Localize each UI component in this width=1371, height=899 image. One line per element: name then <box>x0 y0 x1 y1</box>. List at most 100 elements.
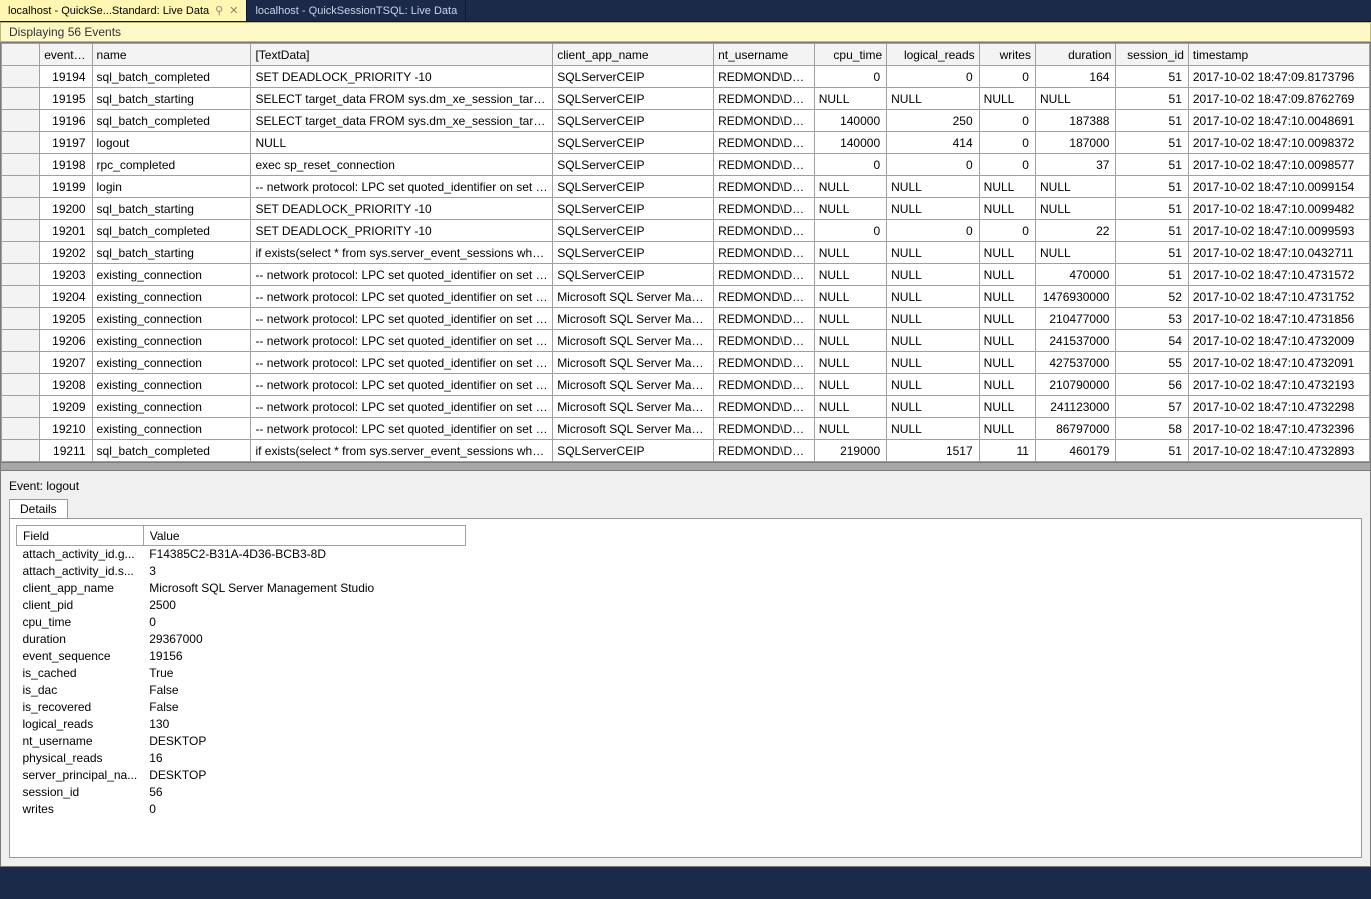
cell-session_id[interactable]: 57 <box>1116 396 1188 418</box>
cell-name[interactable]: sql_batch_starting <box>92 242 251 264</box>
cell-client_app[interactable]: Microsoft SQL Server Manage... <box>553 396 714 418</box>
cell-name[interactable]: sql_batch_starting <box>92 88 251 110</box>
details-field-header[interactable]: Field <box>17 526 144 546</box>
cell-name[interactable]: sql_batch_starting <box>92 198 251 220</box>
column-header-name[interactable]: name <box>92 44 251 66</box>
cell-logical_reads[interactable]: NULL <box>887 374 980 396</box>
cell-timestamp[interactable]: 2017-10-02 18:47:10.4731856 <box>1188 308 1369 330</box>
cell-nt_username[interactable]: REDMOND\DES... <box>714 396 815 418</box>
grid-scrollbar[interactable] <box>1 462 1370 470</box>
table-row[interactable]: 19196sql_batch_completedSELECT target_da… <box>2 110 1370 132</box>
cell-timestamp[interactable]: 2017-10-02 18:47:09.8173796 <box>1188 66 1369 88</box>
cell-name[interactable]: login <box>92 176 251 198</box>
cell-logical_reads[interactable]: NULL <box>887 308 980 330</box>
cell-client_app[interactable]: SQLServerCEIP <box>553 110 714 132</box>
cell-textdata[interactable]: -- network protocol: LPC set quoted_iden… <box>251 264 553 286</box>
row-gutter[interactable] <box>2 154 40 176</box>
cell-textdata[interactable]: -- network protocol: LPC set quoted_iden… <box>251 330 553 352</box>
row-gutter[interactable] <box>2 88 40 110</box>
cell-writes[interactable]: 11 <box>979 440 1035 462</box>
cell-logical_reads[interactable]: NULL <box>887 396 980 418</box>
cell-client_app[interactable]: Microsoft SQL Server Manage... <box>553 330 714 352</box>
cell-session_id[interactable]: 58 <box>1116 418 1188 440</box>
details-row[interactable]: event_sequence19156 <box>17 648 466 665</box>
cell-client_app[interactable]: Microsoft SQL Server Manage... <box>553 352 714 374</box>
cell-logical_reads[interactable]: NULL <box>887 352 980 374</box>
cell-client_app[interactable]: SQLServerCEIP <box>553 198 714 220</box>
cell-name[interactable]: existing_connection <box>92 286 251 308</box>
cell-name[interactable]: rpc_completed <box>92 154 251 176</box>
cell-duration[interactable]: 164 <box>1035 66 1115 88</box>
row-gutter[interactable] <box>2 66 40 88</box>
events-grid[interactable]: event_...name[TextData]client_app_nament… <box>0 42 1371 471</box>
cell-session_id[interactable]: 51 <box>1116 154 1188 176</box>
cell-logical_reads[interactable]: NULL <box>887 198 980 220</box>
details-row[interactable]: is_dacFalse <box>17 682 466 699</box>
cell-event[interactable]: 19205 <box>40 308 92 330</box>
cell-nt_username[interactable]: REDMOND\DES... <box>714 352 815 374</box>
cell-logical_reads[interactable]: NULL <box>887 330 980 352</box>
cell-duration[interactable]: 37 <box>1035 154 1115 176</box>
table-row[interactable]: 19208existing_connection-- network proto… <box>2 374 1370 396</box>
row-gutter[interactable] <box>2 132 40 154</box>
cell-timestamp[interactable]: 2017-10-02 18:47:10.0048691 <box>1188 110 1369 132</box>
cell-client_app[interactable]: Microsoft SQL Server Manage... <box>553 286 714 308</box>
cell-name[interactable]: logout <box>92 132 251 154</box>
cell-session_id[interactable]: 51 <box>1116 88 1188 110</box>
cell-textdata[interactable]: -- network protocol: LPC set quoted_iden… <box>251 352 553 374</box>
row-gutter[interactable] <box>2 176 40 198</box>
column-header-writes[interactable]: writes <box>979 44 1035 66</box>
cell-writes[interactable]: 0 <box>979 154 1035 176</box>
cell-textdata[interactable]: SET DEADLOCK_PRIORITY -10 <box>251 220 553 242</box>
table-row[interactable]: 19206existing_connection-- network proto… <box>2 330 1370 352</box>
cell-logical_reads[interactable]: 414 <box>887 132 980 154</box>
cell-duration[interactable]: 86797000 <box>1035 418 1115 440</box>
row-gutter[interactable] <box>2 308 40 330</box>
row-gutter[interactable] <box>2 396 40 418</box>
cell-cpu_time[interactable]: 0 <box>814 154 886 176</box>
cell-duration[interactable]: NULL <box>1035 176 1115 198</box>
cell-name[interactable]: sql_batch_completed <box>92 440 251 462</box>
cell-cpu_time[interactable]: NULL <box>814 88 886 110</box>
cell-nt_username[interactable]: REDMOND\DES... <box>714 418 815 440</box>
cell-logical_reads[interactable]: NULL <box>887 264 980 286</box>
row-gutter[interactable] <box>2 440 40 462</box>
document-tab-1[interactable]: localhost - QuickSessionTSQL: Live Data <box>247 0 466 21</box>
cell-name[interactable]: sql_batch_completed <box>92 66 251 88</box>
details-row[interactable]: attach_activity_id.s...3 <box>17 563 466 580</box>
cell-timestamp[interactable]: 2017-10-02 18:47:10.4732893 <box>1188 440 1369 462</box>
cell-name[interactable]: existing_connection <box>92 418 251 440</box>
cell-timestamp[interactable]: 2017-10-02 18:47:10.0099482 <box>1188 198 1369 220</box>
cell-writes[interactable]: NULL <box>979 88 1035 110</box>
details-row[interactable]: duration29367000 <box>17 631 466 648</box>
cell-client_app[interactable]: SQLServerCEIP <box>553 176 714 198</box>
cell-logical_reads[interactable]: 0 <box>887 154 980 176</box>
cell-duration[interactable]: 470000 <box>1035 264 1115 286</box>
cell-cpu_time[interactable]: NULL <box>814 286 886 308</box>
cell-session_id[interactable]: 56 <box>1116 374 1188 396</box>
cell-writes[interactable]: NULL <box>979 198 1035 220</box>
row-gutter[interactable] <box>2 220 40 242</box>
cell-cpu_time[interactable]: NULL <box>814 352 886 374</box>
cell-timestamp[interactable]: 2017-10-02 18:47:10.4732009 <box>1188 330 1369 352</box>
cell-session_id[interactable]: 51 <box>1116 220 1188 242</box>
cell-textdata[interactable]: -- network protocol: LPC set quoted_iden… <box>251 286 553 308</box>
row-gutter[interactable] <box>2 330 40 352</box>
cell-writes[interactable]: 0 <box>979 132 1035 154</box>
cell-timestamp[interactable]: 2017-10-02 18:47:10.4731752 <box>1188 286 1369 308</box>
cell-writes[interactable]: NULL <box>979 352 1035 374</box>
cell-cpu_time[interactable]: NULL <box>814 242 886 264</box>
cell-client_app[interactable]: SQLServerCEIP <box>553 440 714 462</box>
cell-client_app[interactable]: SQLServerCEIP <box>553 88 714 110</box>
cell-writes[interactable]: 0 <box>979 110 1035 132</box>
column-header-logical_reads[interactable]: logical_reads <box>887 44 980 66</box>
cell-client_app[interactable]: SQLServerCEIP <box>553 154 714 176</box>
details-row[interactable]: is_cachedTrue <box>17 665 466 682</box>
column-header-timestamp[interactable]: timestamp <box>1188 44 1369 66</box>
table-row[interactable]: 19209existing_connection-- network proto… <box>2 396 1370 418</box>
cell-event[interactable]: 19208 <box>40 374 92 396</box>
cell-timestamp[interactable]: 2017-10-02 18:47:10.0099154 <box>1188 176 1369 198</box>
cell-client_app[interactable]: Microsoft SQL Server Manage... <box>553 308 714 330</box>
cell-nt_username[interactable]: REDMOND\DES... <box>714 374 815 396</box>
details-row[interactable]: session_id56 <box>17 784 466 801</box>
